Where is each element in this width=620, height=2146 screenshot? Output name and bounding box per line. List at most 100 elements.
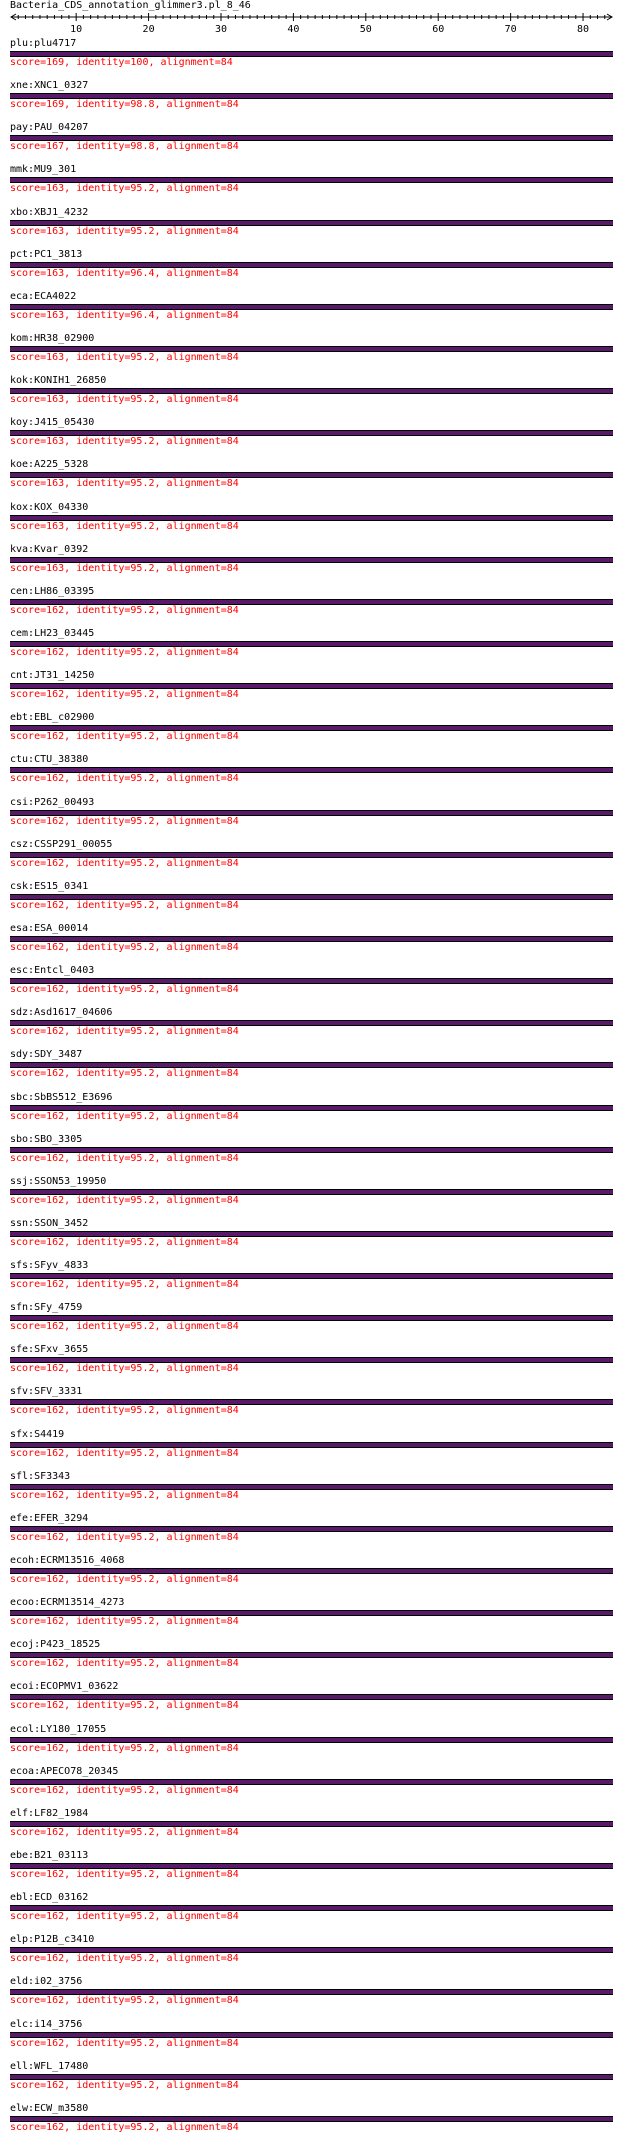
hit-row: sfs:SFyv_4833 score=162, identity=95.2, a… xyxy=(0,1260,620,1303)
hit-score-text: score=162, identity=95.2, alignment=84 xyxy=(10,1405,239,1416)
hit-row: sbo:SBO_3305 score=162, identity=95.2, al… xyxy=(0,1134,620,1177)
hit-name-link[interactable]: elp:P12B_c3410 xyxy=(10,1934,94,1946)
hit-name-link[interactable]: efe:EFER_3294 xyxy=(10,1513,88,1525)
hit-row: xne:XNC1_0327 score=169, identity=98.8, a… xyxy=(0,80,620,123)
hit-score-text: score=167, identity=98.8, alignment=84 xyxy=(10,141,239,152)
hit-name-link[interactable]: ssj:SSON53_19950 xyxy=(10,1176,106,1188)
hit-score-text: score=163, identity=95.2, alignment=84 xyxy=(10,352,239,363)
hit-name-link[interactable]: cnt:JT31_14250 xyxy=(10,670,94,682)
hit-score-text: score=162, identity=95.2, alignment=84 xyxy=(10,647,239,658)
hit-name-link[interactable]: elf:LF82_1984 xyxy=(10,1808,88,1820)
hit-name-link[interactable]: kva:Kvar_0392 xyxy=(10,544,88,556)
hit-row: ssn:SSON_3452 score=162, identity=95.2, a… xyxy=(0,1218,620,1261)
hit-score-text: score=162, identity=95.2, alignment=84 xyxy=(10,1911,239,1922)
hit-name-link[interactable]: sfv:SFV_3331 xyxy=(10,1386,82,1398)
hit-name-link[interactable]: sfn:SFy_4759 xyxy=(10,1302,82,1314)
hit-name-link[interactable]: xbo:XBJ1_4232 xyxy=(10,207,88,219)
hit-row: ebt:EBL_c02900 score=162, identity=95.2, … xyxy=(0,712,620,755)
hit-score-text: score=163, identity=95.2, alignment=84 xyxy=(10,436,239,447)
hit-name-link[interactable]: pct:PC1_3813 xyxy=(10,249,82,261)
hit-name-link[interactable]: ssn:SSON_3452 xyxy=(10,1218,88,1230)
hit-score-text: score=162, identity=95.2, alignment=84 xyxy=(10,605,239,616)
hit-score-text: score=162, identity=95.2, alignment=84 xyxy=(10,2038,239,2049)
hit-score-text: score=162, identity=95.2, alignment=84 xyxy=(10,731,239,742)
hit-name-link[interactable]: ecoo:ECRM13514_4273 xyxy=(10,1597,124,1609)
hit-name-link[interactable]: sfl:SF3343 xyxy=(10,1471,70,1483)
hit-name-link[interactable]: pay:PAU_04207 xyxy=(10,122,88,134)
hit-name-link[interactable]: cem:LH23_03445 xyxy=(10,628,94,640)
hit-score-text: score=162, identity=95.2, alignment=84 xyxy=(10,1953,239,1964)
hit-name-link[interactable]: eld:i02_3756 xyxy=(10,1976,82,1988)
hit-score-text: score=162, identity=95.2, alignment=84 xyxy=(10,1448,239,1459)
hit-row: ebl:ECD_03162 score=162, identity=95.2, a… xyxy=(0,1892,620,1935)
hit-name-link[interactable]: ecoi:ECOPMV1_03622 xyxy=(10,1681,118,1693)
hit-name-link[interactable]: ebl:ECD_03162 xyxy=(10,1892,88,1904)
hit-row: elp:P12B_c3410 score=162, identity=95.2, … xyxy=(0,1934,620,1977)
hit-name-link[interactable]: kox:KOX_04330 xyxy=(10,502,88,514)
hit-name-link[interactable]: koy:J415_05430 xyxy=(10,417,94,429)
hit-name-link[interactable]: sbc:SbBS512_E3696 xyxy=(10,1092,112,1104)
hit-name-link[interactable]: csi:P262_00493 xyxy=(10,797,94,809)
hit-row: sdy:SDY_3487 score=162, identity=95.2, al… xyxy=(0,1049,620,1092)
hit-name-link[interactable]: kom:HR38_02900 xyxy=(10,333,94,345)
hit-name-link[interactable]: xne:XNC1_0327 xyxy=(10,80,88,92)
hit-score-text: score=162, identity=95.2, alignment=84 xyxy=(10,816,239,827)
hit-row: kox:KOX_04330 score=163, identity=95.2, a… xyxy=(0,502,620,545)
hit-score-text: score=163, identity=96.4, alignment=84 xyxy=(10,310,239,321)
hit-name-link[interactable]: ecoa:APECO78_20345 xyxy=(10,1766,118,1778)
hit-score-text: score=162, identity=95.2, alignment=84 xyxy=(10,1658,239,1669)
hit-name-link[interactable]: sbo:SBO_3305 xyxy=(10,1134,82,1146)
hit-name-link[interactable]: sfe:SFxv_3655 xyxy=(10,1344,88,1356)
hit-score-text: score=163, identity=96.4, alignment=84 xyxy=(10,268,239,279)
hit-score-text: score=162, identity=95.2, alignment=84 xyxy=(10,1111,239,1122)
hit-name-link[interactable]: ecol:LY180_17055 xyxy=(10,1724,106,1736)
hit-row: csk:ES15_0341 score=162, identity=95.2, a… xyxy=(0,881,620,924)
hit-row: ecoh:ECRM13516_4068 score=162, identity=9… xyxy=(0,1555,620,1598)
hit-name-link[interactable]: plu:plu4717 xyxy=(10,38,76,50)
hit-name-link[interactable]: ctu:CTU_38380 xyxy=(10,754,88,766)
hit-name-link[interactable]: sfs:SFyv_4833 xyxy=(10,1260,88,1272)
hit-score-text: score=162, identity=95.2, alignment=84 xyxy=(10,1279,239,1290)
hit-name-link[interactable]: csz:CSSP291_00055 xyxy=(10,839,112,851)
hit-name-link[interactable]: koe:A225_5328 xyxy=(10,459,88,471)
hit-name-link[interactable]: sdy:SDY_3487 xyxy=(10,1049,82,1061)
hit-score-text: score=162, identity=95.2, alignment=84 xyxy=(10,1743,239,1754)
hit-score-text: score=162, identity=95.2, alignment=84 xyxy=(10,1490,239,1501)
hit-score-text: score=162, identity=95.2, alignment=84 xyxy=(10,2122,239,2133)
hit-row: sfx:S4419 score=162, identity=95.2, align… xyxy=(0,1429,620,1472)
hit-score-text: score=163, identity=95.2, alignment=84 xyxy=(10,563,239,574)
hit-name-link[interactable]: sfx:S4419 xyxy=(10,1429,64,1441)
hit-name-link[interactable]: ecoj:P423_18525 xyxy=(10,1639,100,1651)
hit-row: sbc:SbBS512_E3696 score=162, identity=95.… xyxy=(0,1092,620,1135)
hit-name-link[interactable]: kok:KONIH1_26850 xyxy=(10,375,106,387)
hit-row: ecoa:APECO78_20345 score=162, identity=95… xyxy=(0,1766,620,1809)
hit-name-link[interactable]: mmk:MU9_301 xyxy=(10,164,76,176)
hit-score-text: score=162, identity=95.2, alignment=84 xyxy=(10,1195,239,1206)
hit-score-text: score=169, identity=100, alignment=84 xyxy=(10,57,233,68)
hit-name-link[interactable]: elc:i14_3756 xyxy=(10,2019,82,2031)
hit-name-link[interactable]: ecoh:ECRM13516_4068 xyxy=(10,1555,124,1567)
hit-name-link[interactable]: esc:Entcl_0403 xyxy=(10,965,94,977)
hit-name-link[interactable]: esa:ESA_00014 xyxy=(10,923,88,935)
hit-name-link[interactable]: elw:ECW_m3580 xyxy=(10,2103,88,2115)
hit-score-text: score=163, identity=95.2, alignment=84 xyxy=(10,183,239,194)
hit-row: sfv:SFV_3331 score=162, identity=95.2, al… xyxy=(0,1386,620,1429)
hit-score-text: score=162, identity=95.2, alignment=84 xyxy=(10,1153,239,1164)
hit-name-link[interactable]: sdz:Asd1617_04606 xyxy=(10,1007,112,1019)
hit-row: cnt:JT31_14250 score=162, identity=95.2, … xyxy=(0,670,620,713)
hit-row: sfl:SF3343 score=162, identity=95.2, alig… xyxy=(0,1471,620,1514)
hit-row: cen:LH86_03395 score=162, identity=95.2, … xyxy=(0,586,620,629)
hit-name-link[interactable]: eca:ECA4022 xyxy=(10,291,76,303)
hit-row: sdz:Asd1617_04606 score=162, identity=95.… xyxy=(0,1007,620,1050)
hit-score-text: score=162, identity=95.2, alignment=84 xyxy=(10,1827,239,1838)
hit-name-link[interactable]: cen:LH86_03395 xyxy=(10,586,94,598)
hit-row: ecoi:ECOPMV1_03622 score=162, identity=95… xyxy=(0,1681,620,1724)
hit-name-link[interactable]: csk:ES15_0341 xyxy=(10,881,88,893)
hit-score-text: score=163, identity=95.2, alignment=84 xyxy=(10,521,239,532)
hit-name-link[interactable]: ebe:B21_03113 xyxy=(10,1850,88,1862)
hit-row: kok:KONIH1_26850 score=163, identity=95.2… xyxy=(0,375,620,418)
hit-row: eca:ECA4022 score=163, identity=96.4, ali… xyxy=(0,291,620,334)
hit-row: ctu:CTU_38380 score=162, identity=95.2, a… xyxy=(0,754,620,797)
hit-name-link[interactable]: ell:WFL_17480 xyxy=(10,2061,88,2073)
hit-name-link[interactable]: ebt:EBL_c02900 xyxy=(10,712,94,724)
